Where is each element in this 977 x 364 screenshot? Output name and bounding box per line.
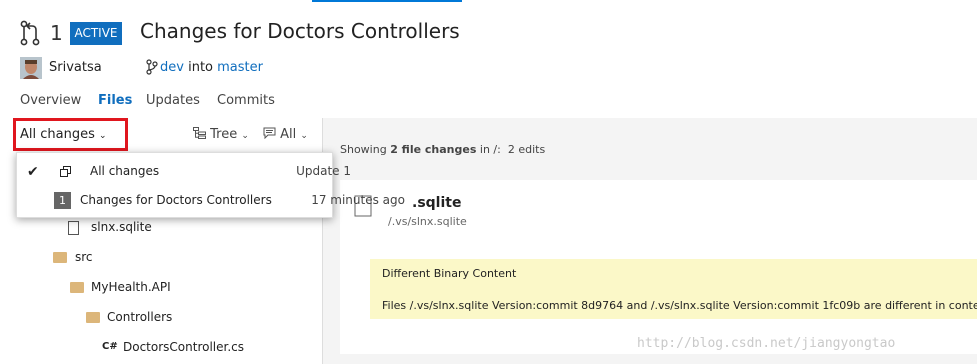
chevron-down-icon: ⌄	[99, 131, 107, 141]
folder-icon	[70, 282, 84, 293]
branch-icon	[146, 59, 158, 75]
avatar[interactable]	[20, 57, 42, 79]
folder-icon	[86, 312, 100, 323]
source-branch-link[interactable]: dev	[160, 60, 184, 75]
comments-filter-button[interactable]: All ⌄	[263, 127, 308, 142]
timestamp: 17 minutes ago	[311, 193, 405, 207]
all-changes-menu: ✔ All changes Update 1 1 Changes for Doc…	[16, 152, 405, 218]
branch-info: dev into master	[160, 60, 263, 75]
folder-icon	[53, 252, 67, 263]
watermark: http://blog.csdn.net/jiangyongtao	[637, 336, 896, 351]
tab-updates[interactable]: Updates	[146, 93, 200, 108]
notice-title: Different Binary Content	[382, 267, 517, 280]
into-text: into	[188, 60, 213, 75]
tab-files[interactable]: Files	[98, 93, 132, 108]
comment-icon	[263, 127, 276, 140]
stack-icon	[60, 166, 71, 177]
tree-icon	[193, 127, 206, 139]
active-top-indicator	[312, 0, 462, 2]
chevron-down-icon: ⌄	[241, 131, 249, 141]
notice-body: Files /.vs/slnx.sqlite Version:commit 8d…	[382, 299, 977, 312]
edits-count: 2 edits	[507, 143, 546, 156]
tab-commits[interactable]: Commits	[217, 93, 275, 108]
file-name-heading: .sqlite	[412, 195, 462, 211]
page-title: Changes for Doctors Controllers	[140, 19, 460, 43]
file-path: /.vs/slnx.sqlite	[388, 215, 467, 228]
tree-view-button[interactable]: Tree ⌄	[193, 127, 249, 142]
menu-item-all-changes[interactable]: ✔ All changes Update 1	[17, 157, 351, 186]
file-icon	[68, 221, 79, 235]
tab-overview[interactable]: Overview	[20, 93, 81, 108]
pull-request-icon	[20, 20, 40, 46]
chevron-down-icon: ⌄	[300, 131, 308, 141]
menu-item-update[interactable]: 1 Changes for Doctors Controllers 17 min…	[17, 186, 405, 215]
update-label: Update 1	[296, 164, 351, 178]
changes-summary: Showing 2 file changes in /: 2 edits	[340, 143, 546, 156]
pr-number: 1	[50, 21, 63, 45]
update-number-badge: 1	[54, 192, 71, 209]
status-badge: ACTIVE	[70, 22, 122, 45]
author-name[interactable]: Srivatsa	[49, 60, 102, 75]
target-branch-link[interactable]: master	[217, 60, 263, 75]
csharp-file-icon: C#	[102, 341, 118, 352]
all-changes-label: All changes ⌄	[20, 127, 107, 142]
checkmark-icon: ✔	[27, 164, 39, 180]
